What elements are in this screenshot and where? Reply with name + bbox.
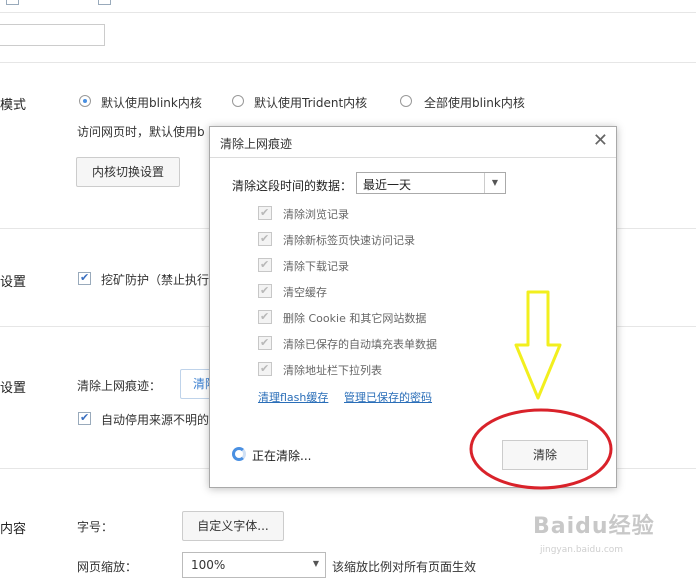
highlight-circle-annotation	[469, 408, 613, 490]
watermark-logo: Baidu经验	[533, 514, 655, 539]
annotation-overlay	[469, 290, 613, 490]
watermark-url: jingyan.baidu.com	[540, 545, 624, 555]
arrow-annotation-icon	[514, 290, 562, 400]
